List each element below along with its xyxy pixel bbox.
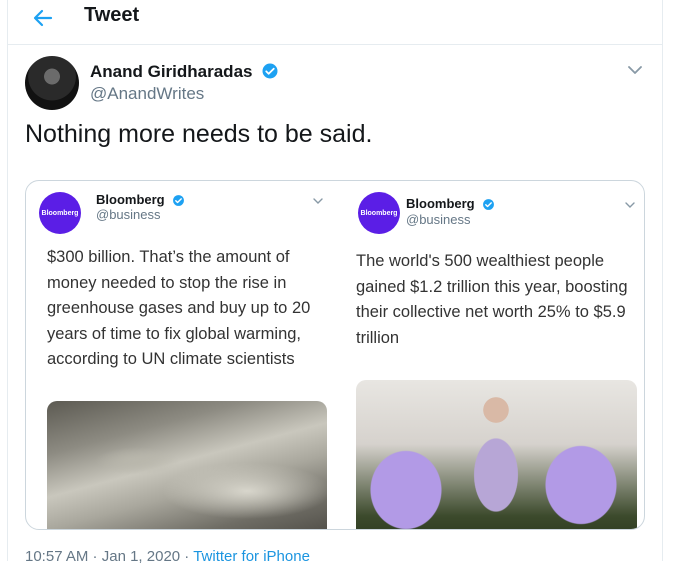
meta-separator: · bbox=[180, 548, 194, 565]
page-header: Tweet bbox=[8, 0, 662, 45]
quoted-tweet-text: $300 billion. That’s the amount of money… bbox=[47, 248, 311, 368]
tweet-meta: 10:57 AM · Jan 1, 2020 · Twitter for iPh… bbox=[25, 548, 310, 565]
tweet-text: Nothing more needs to be said. bbox=[25, 120, 373, 148]
bloomberg-logo: Bloomberg bbox=[358, 192, 400, 234]
desert-photo[interactable] bbox=[47, 401, 327, 529]
quoted-author-handle: @business bbox=[406, 212, 471, 227]
quoted-author-name: Bloomberg bbox=[406, 196, 475, 211]
chevron-down-icon[interactable] bbox=[624, 201, 636, 210]
met-gala-photo[interactable] bbox=[356, 380, 637, 529]
quoted-tweet-card[interactable]: Bloomberg Bloomberg @business The world'… bbox=[336, 181, 644, 529]
bloomberg-logo: Bloomberg bbox=[39, 192, 81, 234]
meta-separator: · bbox=[88, 548, 102, 565]
author-name[interactable]: Anand Giridharadas bbox=[90, 62, 252, 81]
quoted-author-handle: @business bbox=[96, 207, 161, 222]
author-name-row[interactable]: Anand Giridharadas bbox=[90, 62, 279, 82]
verified-badge-icon bbox=[262, 63, 278, 79]
verified-badge-icon bbox=[173, 195, 185, 206]
page-title: Tweet bbox=[84, 4, 140, 26]
verified-badge-icon bbox=[483, 199, 495, 210]
tweet-source-link[interactable]: Twitter for iPhone bbox=[193, 548, 310, 565]
tweet-column: Tweet Anand Giridharadas @AnandWrites No… bbox=[7, 0, 663, 565]
chevron-down-icon[interactable] bbox=[626, 64, 644, 76]
quoted-author-name-row: Bloomberg bbox=[406, 196, 495, 211]
tweet-time[interactable]: 10:57 AM bbox=[25, 548, 88, 565]
quoted-author-name-row: Bloomberg bbox=[96, 192, 185, 207]
quoted-tweet-card[interactable]: Bloomberg Bloomberg @business $300 billi… bbox=[26, 181, 336, 529]
quoted-author-name: Bloomberg bbox=[96, 192, 165, 207]
author-handle[interactable]: @AnandWrites bbox=[90, 84, 204, 104]
tweet-date[interactable]: Jan 1, 2020 bbox=[102, 548, 180, 565]
chevron-down-icon[interactable] bbox=[312, 197, 324, 206]
quoted-media-grid[interactable]: Bloomberg Bloomberg @business $300 billi… bbox=[25, 180, 645, 530]
quoted-tweet-text: The world's 500 wealthiest people gained… bbox=[356, 252, 628, 347]
arrow-left-icon[interactable] bbox=[30, 6, 56, 30]
avatar[interactable] bbox=[25, 56, 79, 110]
